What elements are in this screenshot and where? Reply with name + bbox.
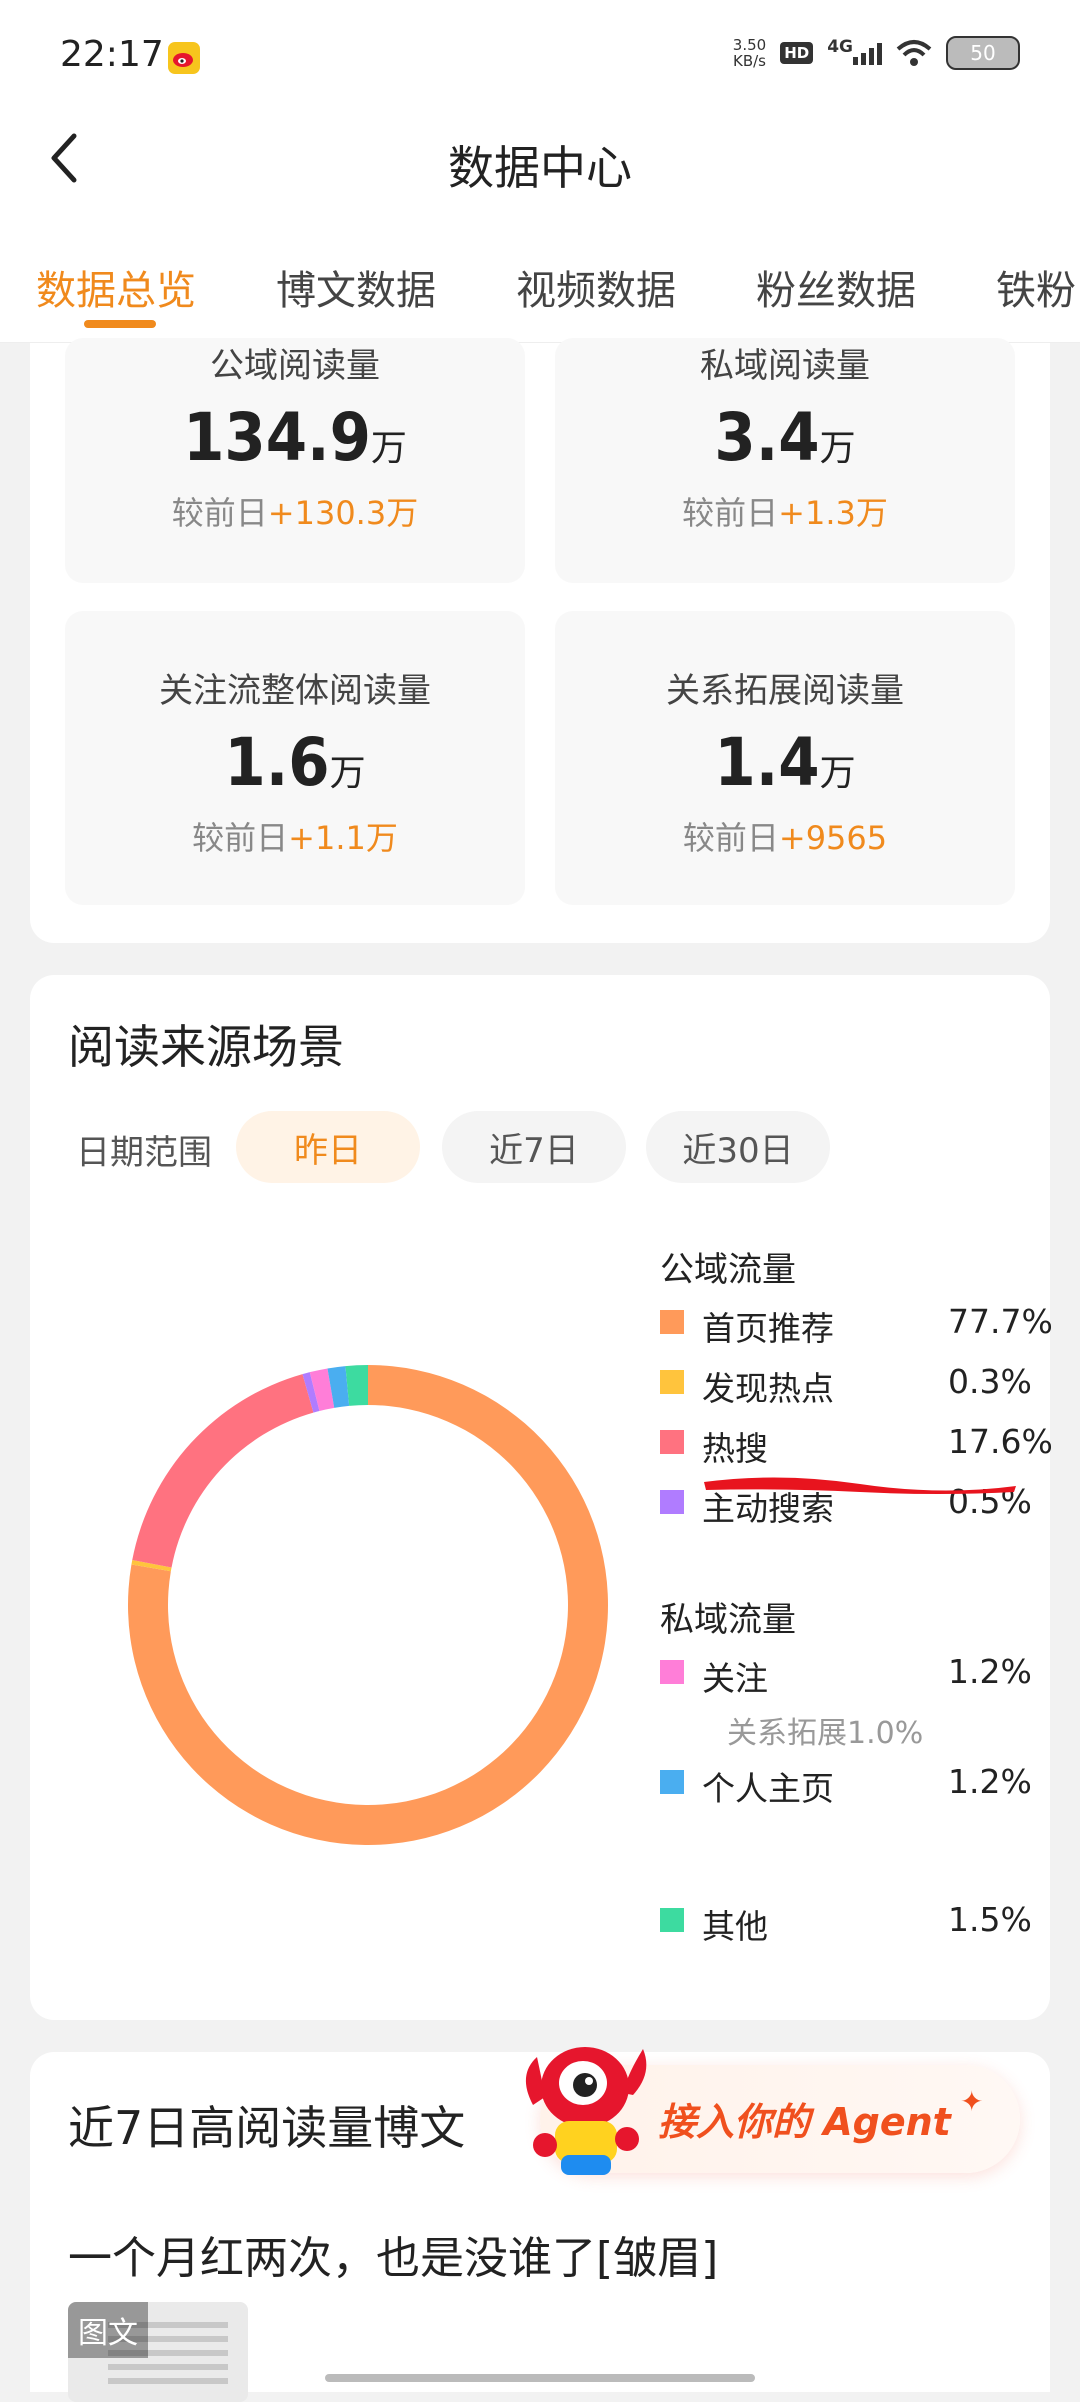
stat-label: 关注流整体阅读量 — [159, 671, 431, 711]
page-title: 数据中心 — [448, 141, 632, 195]
sparkle-icon: ✦ — [960, 2085, 984, 2118]
public-traffic-title: 公域流量 — [660, 1250, 796, 1290]
stat-diff: 较前日+1.3万 — [682, 494, 888, 532]
tab-bar: 数据总览 博文数据 视频数据 粉丝数据 铁粉 — [0, 210, 1080, 343]
legend-item-follow: 关注 1.2% — [660, 1652, 1050, 1698]
legend-swatch — [660, 1770, 684, 1794]
stat-private-reads[interactable]: 私域阅读量 3.4万 较前日+1.3万 — [555, 338, 1015, 583]
legend-swatch — [660, 1370, 684, 1394]
legend-item-other: 其他 1.5% — [660, 1900, 1050, 1946]
stat-value: 1.6万 — [224, 724, 366, 801]
donut-slice-2 — [132, 1374, 314, 1568]
legend-item-hot-search: 热搜 17.6% — [660, 1422, 1053, 1468]
chip-yesterday[interactable]: 昨日 — [236, 1111, 420, 1183]
status-bar: 22:17 3.50 KB/s HD 4G 50 — [0, 0, 1080, 110]
legend-swatch — [660, 1430, 684, 1454]
legend-sub-relation: 关系拓展1.0% — [727, 1716, 924, 1751]
donut-slice-6 — [345, 1365, 368, 1406]
battery-icon: 50 — [946, 36, 1020, 70]
legend-swatch — [660, 1908, 684, 1932]
stat-public-reads[interactable]: 公域阅读量 134.9万 较前日+130.3万 — [65, 338, 525, 583]
post-thumbnail[interactable]: 图文 — [68, 2302, 248, 2402]
stat-label: 私域阅读量 — [700, 346, 870, 386]
status-icons: 3.50 KB/s HD 4G 50 — [733, 36, 1020, 70]
post-type-badge: 图文 — [68, 2302, 148, 2358]
tab-fans[interactable]: 粉丝数据 — [756, 258, 916, 316]
stat-diff: 较前日+9565 — [682, 819, 888, 857]
tab-iron-fans[interactable]: 铁粉 — [996, 258, 1076, 316]
mascot-icon — [525, 2047, 647, 2175]
cell-signal-icon: 4G — [827, 37, 882, 65]
legend-swatch — [660, 1310, 684, 1334]
status-time: 22:17 — [60, 34, 164, 75]
section-title: 近7日高阅读量博文 — [68, 2101, 466, 2155]
legend-item-homepage: 首页推荐 77.7% — [660, 1302, 1053, 1348]
hd-icon: HD — [780, 42, 814, 64]
stat-value: 134.9万 — [183, 399, 407, 476]
read-source-card: 阅读来源场景 日期范围 昨日 近7日 近30日 公域流量 首页推荐 77.7% … — [30, 975, 1053, 2020]
section-title: 阅读来源场景 — [68, 1020, 344, 1074]
donut-chart — [127, 1365, 608, 1845]
header: 数据中心 — [0, 110, 1080, 210]
stat-label: 公域阅读量 — [210, 346, 380, 386]
stat-diff: 较前日+1.1万 — [192, 819, 398, 857]
tab-videos[interactable]: 视频数据 — [516, 258, 676, 316]
private-traffic-title: 私域流量 — [660, 1600, 796, 1640]
legend-item-discover: 发现热点 0.3% — [660, 1362, 1050, 1408]
overview-stats-card: 公域阅读量 134.9万 较前日+130.3万 私域阅读量 3.4万 较前日+1… — [30, 338, 1050, 943]
network-speed: 3.50 KB/s — [732, 36, 767, 70]
tab-overview[interactable]: 数据总览 — [36, 258, 196, 316]
tab-posts[interactable]: 博文数据 — [276, 258, 436, 316]
date-range-label: 日期范围 — [76, 1133, 212, 1173]
wifi-icon — [896, 40, 932, 66]
agent-banner-text: 接入你的 Agent — [658, 2100, 951, 2144]
stat-label: 关系拓展阅读量 — [666, 671, 904, 711]
stat-relation-reads[interactable]: 关系拓展阅读量 1.4万 较前日+9565 — [555, 611, 1015, 905]
home-indicator[interactable] — [325, 2374, 755, 2382]
legend-swatch — [660, 1490, 684, 1514]
legend-swatch — [660, 1660, 684, 1684]
legend-item-profile: 个人主页 1.2% — [660, 1762, 1050, 1808]
active-tab-indicator — [84, 320, 156, 328]
weibo-app-icon — [168, 42, 200, 74]
stat-value: 3.4万 — [714, 399, 856, 476]
chip-7-days[interactable]: 近7日 — [442, 1111, 626, 1183]
stat-follow-feed-reads[interactable]: 关注流整体阅读量 1.6万 较前日+1.1万 — [65, 611, 525, 905]
post-title[interactable]: 一个月红两次，也是没谁了[皱眉] — [68, 2222, 718, 2286]
stat-value: 1.4万 — [714, 724, 856, 801]
red-scribble-redaction — [704, 1477, 1016, 1494]
stat-diff: 较前日+130.3万 — [171, 494, 419, 532]
chip-30-days[interactable]: 近30日 — [646, 1111, 830, 1183]
